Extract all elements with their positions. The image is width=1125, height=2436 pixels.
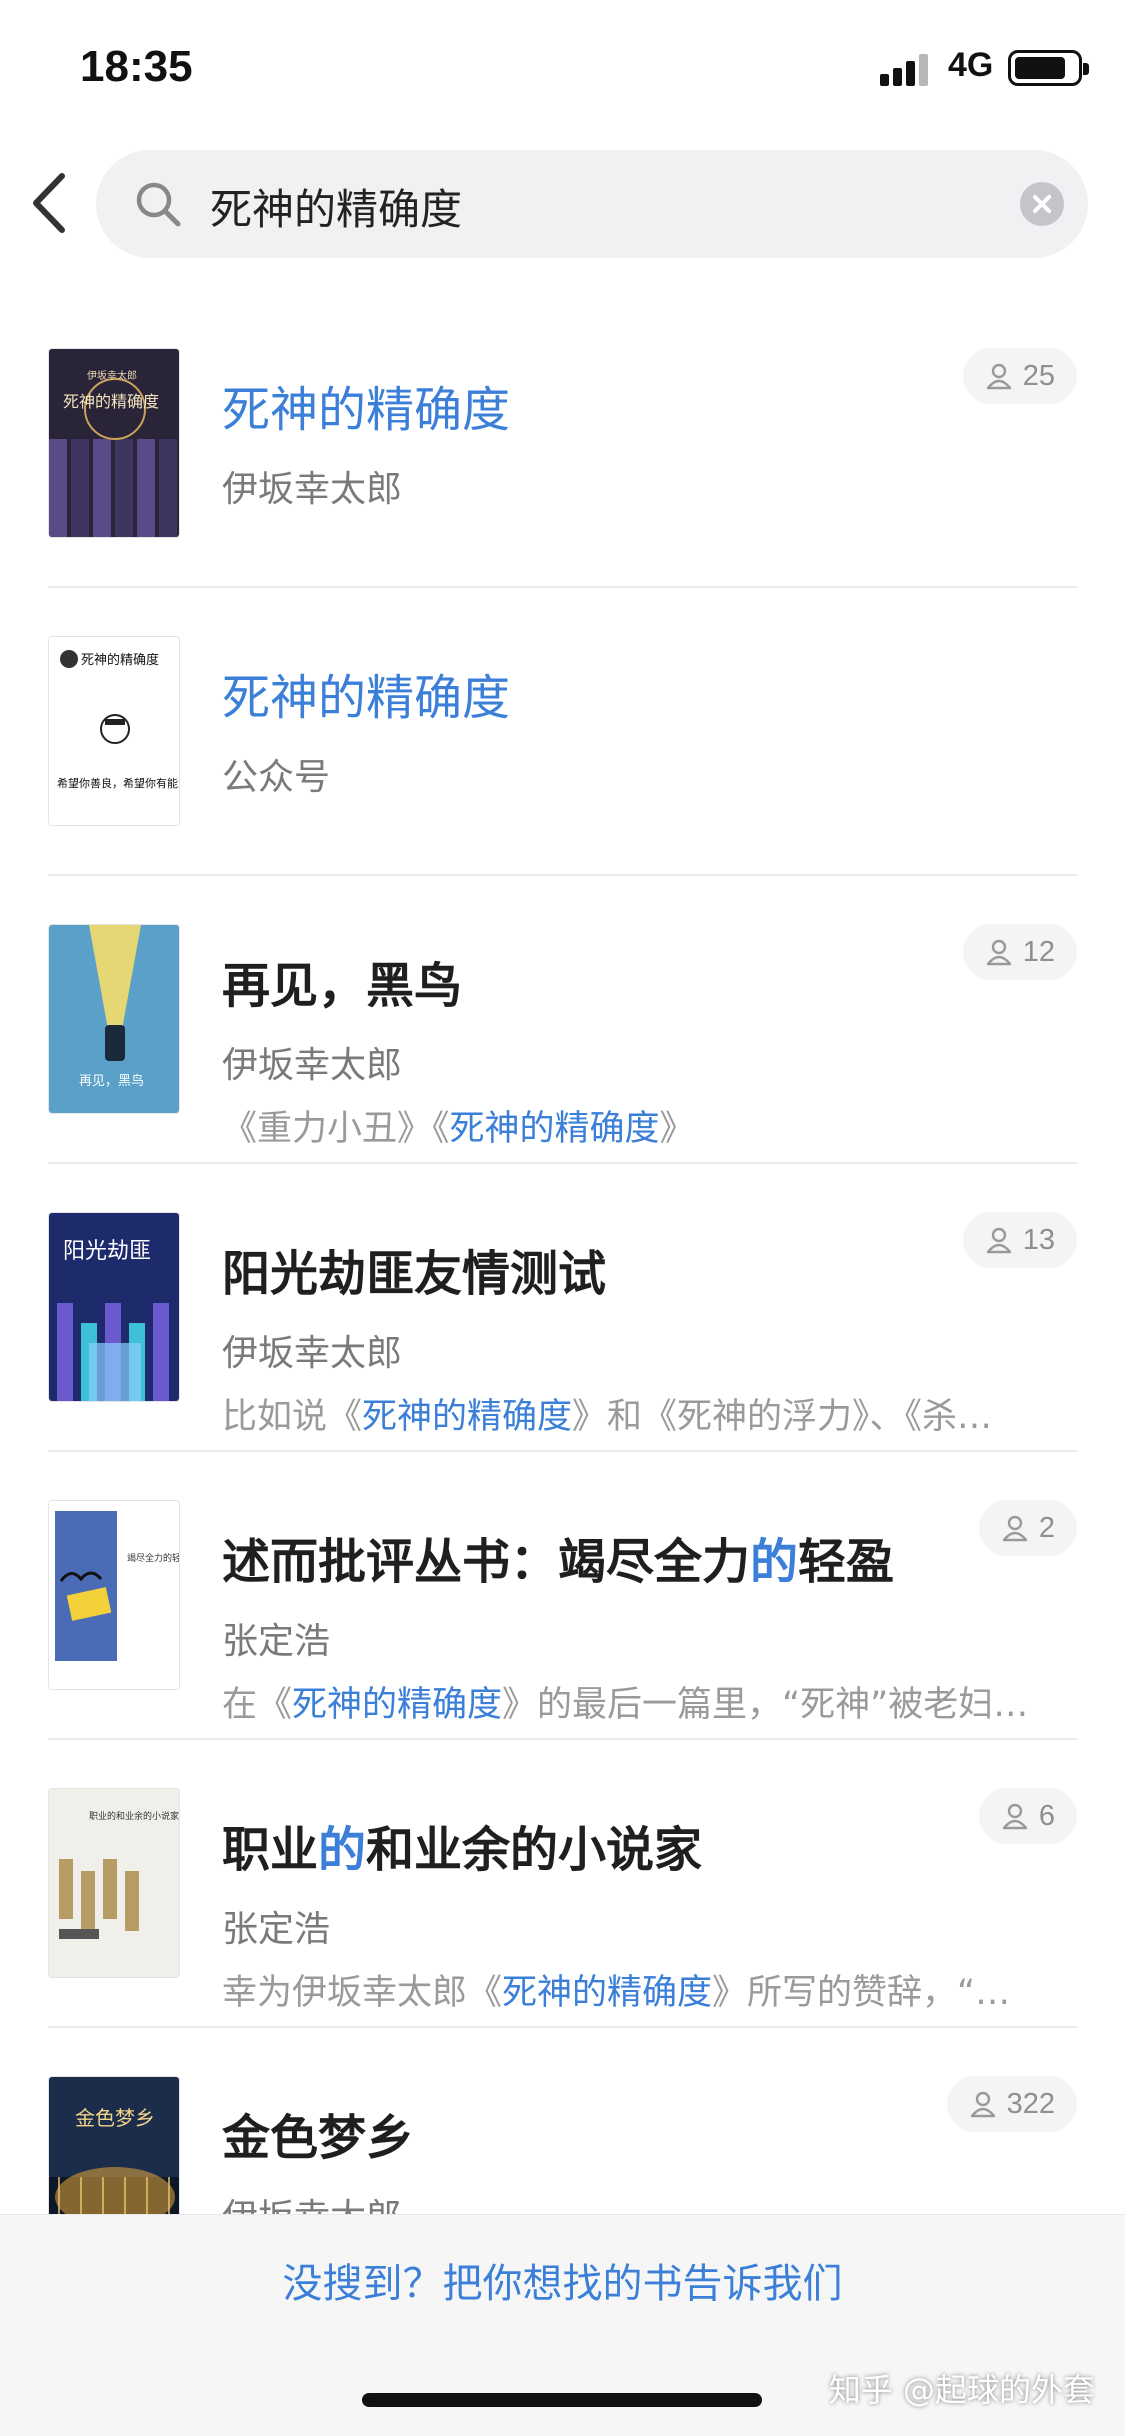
back-button[interactable] [18, 168, 88, 238]
text-part: 在《 [222, 1685, 293, 1725]
highlight-text: 的 [318, 1822, 367, 1878]
text-part: 述而批评丛书：竭尽全力 [222, 1534, 751, 1590]
cover-text: 金色梦乡 [75, 2106, 155, 2130]
item-author: 伊坂幸太郎 [222, 1333, 403, 1374]
person-icon [1002, 1515, 1028, 1542]
book-cover[interactable]: 死神的精确度希望你善良，希望你有能力 [48, 636, 180, 826]
book-cover-art: 阳光劫匪 [49, 1213, 179, 1401]
item-title[interactable]: 述而批评丛书：竭尽全力的轻盈 [222, 1522, 894, 1592]
text-part: 》 [659, 1109, 695, 1149]
item-title[interactable]: 死神的精确度 [222, 370, 510, 440]
item-title[interactable]: 阳光劫匪友情测试 [222, 1234, 606, 1304]
reader-count-badge: 25 [962, 348, 1077, 404]
highlight-text: 死神的精确度 [362, 1397, 573, 1437]
result-item[interactable]: 伊坂幸太郎 死神的精确度 死神的精确度 伊坂幸太郎 25 [0, 300, 1125, 588]
book-cover[interactable]: 伊坂幸太郎死神的精确度 [48, 348, 180, 538]
text-part: 幸为伊坂幸太郎《 [222, 1973, 503, 2013]
book-cover-art: 死神的精确度希望你善良，希望你有能力 [49, 637, 180, 825]
text-part: 》和《死神的浮力》、《杀… [572, 1397, 993, 1437]
reader-count-badge: 322 [946, 2076, 1077, 2132]
item-title[interactable]: 死神的精确度 [222, 658, 510, 728]
clear-icon[interactable] [1020, 182, 1064, 226]
person-icon [970, 2091, 995, 2118]
cover-text: 竭尽全力的轻盈 [127, 1552, 180, 1564]
result-item[interactable]: 职业的和业余的小说家 职业的和业余的小说家 张定浩 幸为伊坂幸太郎《死神的精确度》所写… [0, 1740, 1125, 2028]
item-author: 伊坂幸太郎 [222, 1045, 403, 1086]
network-type: 4G [948, 46, 994, 84]
text-part: 职业 [222, 1822, 319, 1878]
item-author: 张定浩 [222, 1909, 331, 1950]
highlight-text: 死神的精确度 [449, 1109, 660, 1149]
cover-text: 再见，黑鸟 [79, 1073, 144, 1089]
book-cover[interactable]: 阳光劫匪 [48, 1212, 180, 1402]
person-icon [986, 1227, 1011, 1254]
result-item[interactable]: 竭尽全力的轻盈 述而批评丛书：竭尽全力的轻盈张定浩在《死神的精确度》的最后一篇里，… [0, 1452, 1125, 1740]
item-title[interactable]: 再见，黑鸟 [222, 946, 462, 1016]
result-item[interactable]: 阳光劫匪 阳光劫匪友情测试伊坂幸太郎比如说《死神的精确度》和《死神的浮力》、《杀…… [0, 1164, 1125, 1452]
cover-text: 职业的和业余的小说家 [89, 1810, 179, 1822]
item-author: 伊坂幸太郎 [222, 469, 403, 510]
request-book-link[interactable]: 没搜到？把你想找的书告诉我们 [0, 2251, 1125, 2309]
status-time: 18:35 [80, 42, 193, 91]
reader-count-badge: 12 [962, 924, 1077, 980]
person-icon [986, 939, 1011, 966]
item-title[interactable]: 职业的和业余的小说家 [222, 1810, 702, 1880]
reader-count: 6 [1038, 1800, 1055, 1832]
book-cover[interactable]: 职业的和业余的小说家 [48, 1788, 180, 1978]
item-snippet: 《重力小丑》《死神的精确度》 [222, 1100, 1082, 1151]
reader-count-badge: 13 [962, 1212, 1077, 1268]
cover-text: 阳光劫匪 [63, 1239, 151, 1264]
chevron-left-icon [33, 173, 65, 233]
cover-text: 死神的精确度 [81, 652, 159, 668]
item-title[interactable]: 金色梦乡 [222, 2098, 414, 2168]
person-icon [986, 363, 1011, 390]
search-icon [136, 182, 181, 227]
watermark: 知乎 @起球的外套 [828, 2371, 1095, 2409]
reader-count-badge: 2 [978, 1500, 1077, 1556]
status-bar: 18:35 4G [0, 0, 1125, 140]
search-input[interactable]: 死神的精确度 [96, 150, 1088, 258]
item-snippet: 在《死神的精确度》的最后一篇里，“死神”被老妇… [222, 1676, 1082, 1727]
text-part: 》的最后一篇里，“死神”被老妇… [502, 1685, 1029, 1725]
text-part: 和业余的小说家 [366, 1822, 703, 1878]
highlight-text: 的 [750, 1534, 799, 1590]
result-list: 伊坂幸太郎 死神的精确度 死神的精确度 伊坂幸太郎 25 死神的精确度 希望你善良，希望你有… [0, 300, 1125, 2316]
book-cover[interactable]: 竭尽全力的轻盈 [48, 1500, 180, 1690]
home-indicator [362, 2393, 762, 2407]
book-cover-art: 伊坂幸太郎死神的精确度 [49, 349, 179, 537]
cover-text: 希望你善良，希望你有能力 [57, 776, 180, 790]
person-icon [1002, 1803, 1028, 1830]
reader-count-badge: 6 [978, 1788, 1077, 1844]
book-cover-art: 再见，黑鸟 [49, 925, 179, 1113]
cover-text: 死神的精确度 [63, 392, 159, 411]
item-snippet: 比如说《死神的精确度》和《死神的浮力》、《杀… [222, 1388, 1082, 1439]
text-part: 》所写的赞辞，“… [712, 1973, 1011, 2013]
result-item[interactable]: 再见，黑鸟 再见，黑鸟 伊坂幸太郎 《重力小丑》《死神的精确度》 12 [0, 876, 1125, 1164]
item-snippet: 幸为伊坂幸太郎《死神的精确度》所写的赞辞，“… [222, 1964, 1082, 2015]
reader-count: 322 [1006, 2088, 1055, 2120]
reader-count: 12 [1022, 936, 1055, 968]
text-part: 轻盈 [798, 1534, 895, 1590]
highlight-text: 死神的精确度 [502, 1973, 713, 2013]
battery-icon [1008, 50, 1089, 86]
item-author: 张定浩 [222, 1621, 331, 1662]
book-cover[interactable]: 再见，黑鸟 [48, 924, 180, 1114]
highlight-text: 死神的精确度 [292, 1685, 503, 1725]
signal-icon [880, 52, 932, 86]
reader-count: 13 [1022, 1224, 1055, 1256]
cover-text: 伊坂幸太郎 [87, 369, 137, 382]
book-cover-art: 竭尽全力的轻盈 [49, 1501, 180, 1689]
search-query[interactable]: 死神的精确度 [210, 176, 462, 237]
text-part: 《重力小丑》《 [222, 1109, 450, 1149]
item-author: 公众号 [222, 757, 331, 798]
text-part: 比如说《 [222, 1397, 363, 1437]
reader-count: 2 [1038, 1512, 1055, 1544]
result-item[interactable]: 死神的精确度 希望你善良，希望你有能力 死神的精确度 公众号 [0, 588, 1125, 876]
reader-count: 25 [1022, 360, 1055, 392]
book-cover-art: 职业的和业余的小说家 [49, 1789, 179, 1977]
